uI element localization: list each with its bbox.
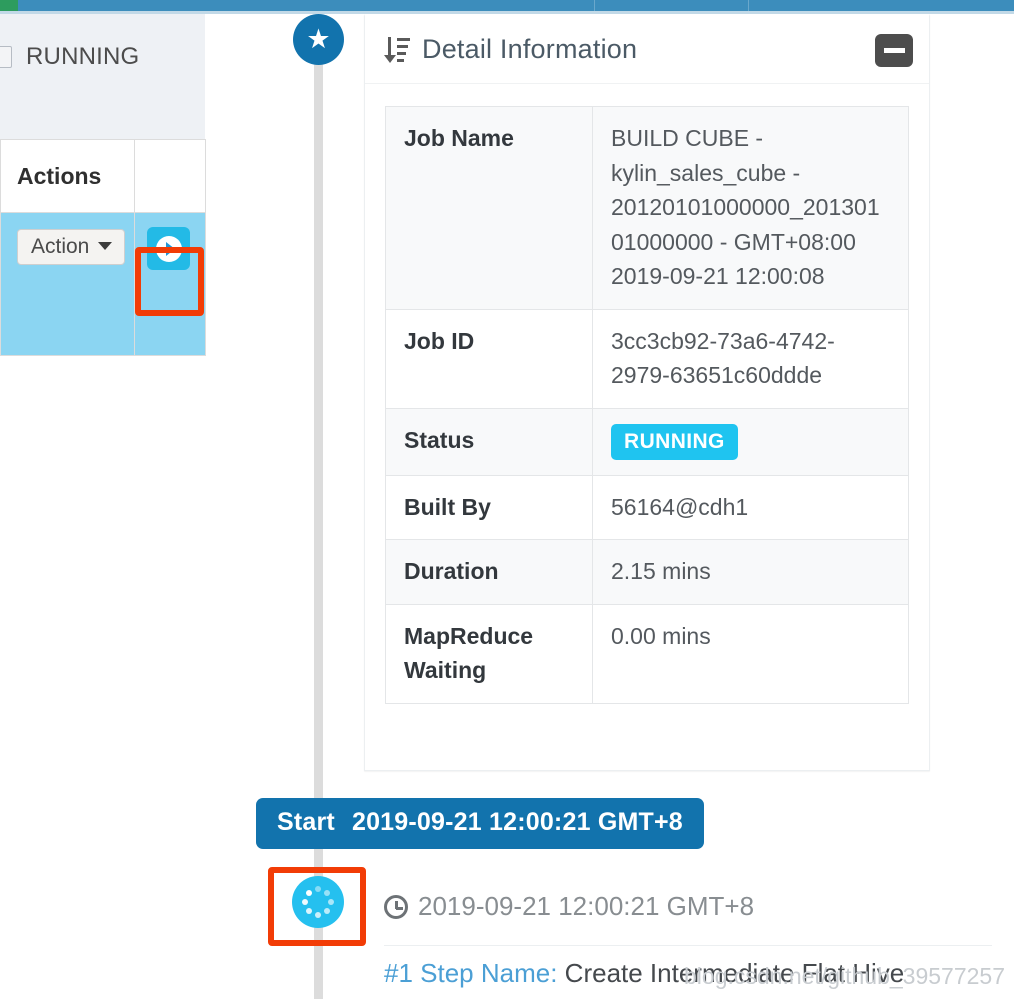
spinner-dot — [302, 899, 308, 905]
step-name-row: #1 Step Name: Create Intermediate Flat H… — [384, 958, 904, 989]
step-name-value: Create Intermediate Flat Hive — [564, 958, 905, 988]
jobs-table-header-row: Actions — [0, 139, 206, 213]
spinner-dot — [328, 899, 334, 905]
step-number-label[interactable]: #1 Step Name: — [384, 958, 557, 988]
detail-row-value: 0.00 mins — [592, 603, 909, 704]
step-timestamp: 2019-09-21 12:00:21 GMT+8 — [418, 891, 755, 921]
action-dropdown-button[interactable]: Action — [17, 229, 126, 265]
spinner-dot — [324, 889, 331, 896]
jobs-table: Actions Action — [0, 139, 206, 356]
detail-row: Built By 56164@cdh1 — [385, 474, 909, 540]
running-label: RUNNING — [26, 43, 140, 70]
start-timestamp: 2019-09-21 12:00:21 GMT+8 — [351, 808, 683, 836]
page-title: Detail Information — [422, 34, 638, 64]
detail-row-value: BUILD CUBE - kylin_sales_cube - 20120101… — [592, 106, 909, 310]
cell-expand — [134, 212, 206, 356]
running-checkbox[interactable] — [0, 46, 12, 68]
job-filter-panel: RUNNING — [0, 14, 205, 139]
detail-row-key: Status — [385, 407, 593, 476]
spinner-icon — [292, 876, 344, 928]
screen-root: RUNNING Actions Action ★ Detail Informat… — [0, 0, 1014, 999]
timeline-track — [314, 38, 323, 999]
minus-icon — [883, 48, 905, 53]
detail-panel-header: Detail Information — [365, 16, 929, 84]
cell-actions: Action — [0, 212, 135, 356]
detail-row: Duration 2.15 mins — [385, 539, 909, 605]
navbar-divider-2 — [748, 0, 749, 11]
step-divider — [384, 945, 992, 946]
spinner-dot — [305, 908, 312, 915]
detail-row-key: Duration — [385, 539, 593, 605]
detail-row: Job ID 3cc3cb92-73a6-4742-2979-63651c60dd… — [385, 308, 909, 409]
detail-row-value: 2.15 mins — [592, 539, 909, 605]
detail-information-panel: Detail Information Job Name BUILD CUBE - … — [364, 14, 930, 771]
detail-row-value: 3cc3cb92-73a6-4742-2979-63651c60ddde — [592, 308, 909, 409]
detail-row-key: Built By — [385, 474, 593, 540]
detail-row: MapReduce Waiting 0.00 mins — [385, 603, 909, 704]
spinner-dot — [315, 912, 321, 918]
detail-row-value: RUNNING — [592, 407, 909, 476]
detail-row-key: MapReduce Waiting — [385, 603, 593, 704]
expand-job-button[interactable] — [147, 227, 190, 270]
chevron-right-icon — [155, 235, 182, 262]
column-header-actions[interactable]: Actions — [0, 139, 135, 213]
step-timestamp-row: 2019-09-21 12:00:21 GMT+8 — [384, 891, 754, 922]
chevron-down-icon — [98, 242, 113, 251]
clock-icon — [384, 894, 408, 919]
sort-descending-icon — [384, 35, 410, 65]
spinner-dot — [305, 889, 312, 896]
top-navbar — [0, 0, 1014, 11]
spinner-dot — [324, 908, 331, 915]
navbar-logo-block — [0, 0, 18, 11]
start-label: Start — [277, 808, 335, 836]
navbar-divider-1 — [594, 0, 595, 11]
action-dropdown-label: Action — [31, 235, 90, 258]
detail-row: Job Name BUILD CUBE - kylin_sales_cube - … — [385, 106, 909, 310]
detail-table: Job Name BUILD CUBE - kylin_sales_cube - … — [385, 106, 909, 704]
star-icon: ★ — [293, 14, 344, 65]
status-badge: RUNNING — [611, 423, 738, 460]
detail-row-key: Job Name — [385, 106, 593, 310]
start-marker: Start 2019-09-21 12:00:21 GMT+8 — [256, 798, 704, 849]
spinner-dot — [315, 886, 321, 892]
collapse-panel-button[interactable] — [875, 34, 913, 67]
detail-panel-body: Job Name BUILD CUBE - kylin_sales_cube - … — [365, 84, 929, 704]
detail-row-value: 56164@cdh1 — [592, 474, 909, 540]
table-row[interactable]: Action — [0, 212, 206, 356]
detail-row-key: Job ID — [385, 308, 593, 409]
column-header-expand — [134, 139, 206, 213]
detail-row: Status RUNNING — [385, 407, 909, 476]
filter-running[interactable]: RUNNING — [0, 42, 139, 72]
